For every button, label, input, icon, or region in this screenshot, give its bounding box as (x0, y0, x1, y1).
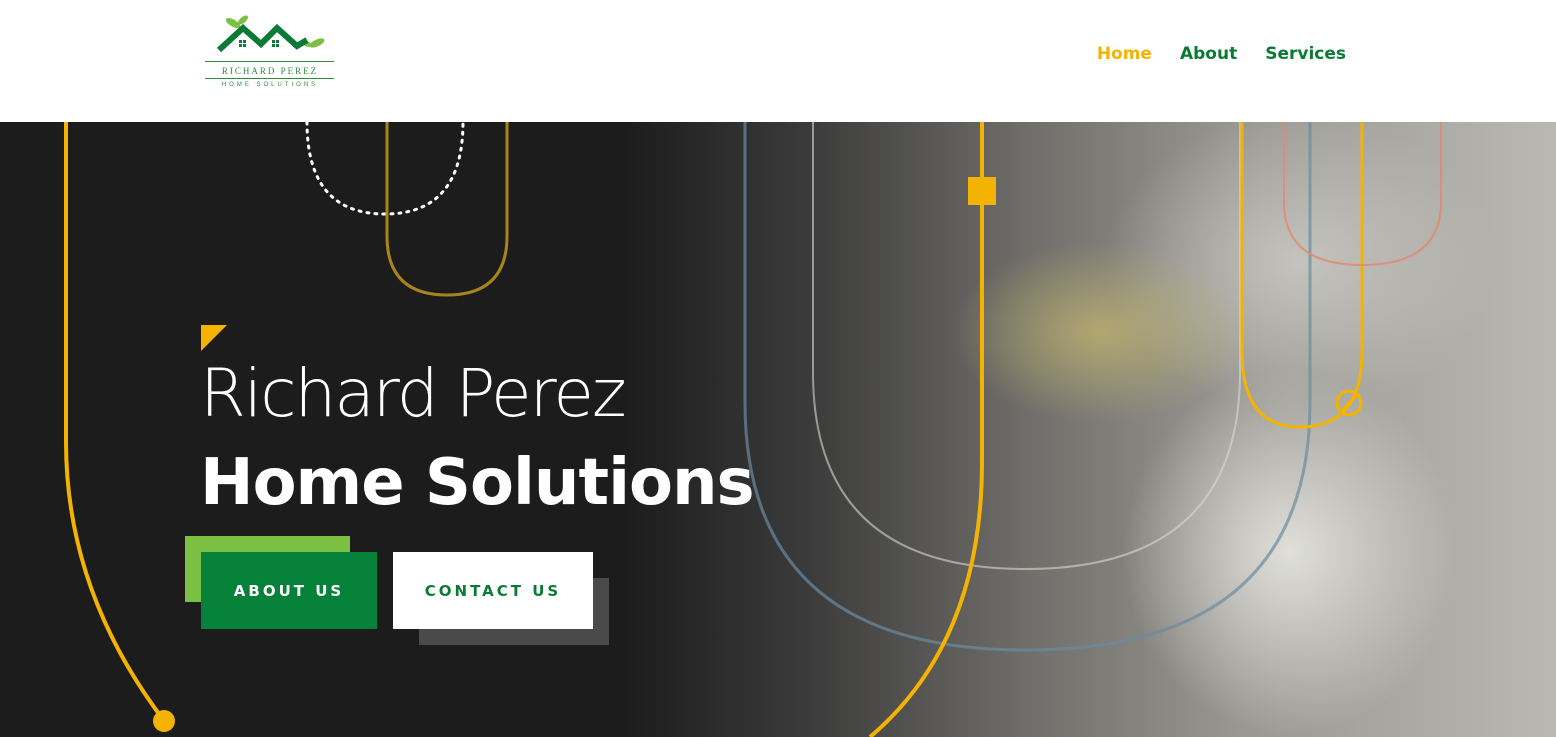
logo-subtitle: HOME SOLUTIONS (221, 82, 319, 88)
hero-title-name: Richard Perez (200, 355, 627, 432)
nav-item-home[interactable]: Home (1097, 44, 1152, 64)
accent-triangle (201, 325, 227, 351)
logo[interactable]: RICHARD PEREZ HOME SOLUTIONS (203, 14, 337, 92)
logo-rule-top (205, 61, 334, 62)
hero-section: Richard Perez Home Solutions ABOUT US CO… (0, 122, 1556, 737)
logo-name: RICHARD PEREZ (221, 66, 319, 76)
nav-item-about[interactable]: About (1180, 44, 1237, 64)
house-roof-icon (216, 15, 325, 53)
site-header: RICHARD PEREZ HOME SOLUTIONS Home About … (0, 0, 1556, 122)
hero-title-tagline: Home Solutions (200, 446, 755, 520)
nav-item-services[interactable]: Services (1265, 44, 1346, 64)
logo-rule-bottom (205, 78, 334, 79)
contact-us-button[interactable]: CONTACT US (393, 552, 593, 629)
main-nav: Home About Services (1097, 44, 1346, 64)
about-us-button[interactable]: ABOUT US (201, 552, 377, 629)
